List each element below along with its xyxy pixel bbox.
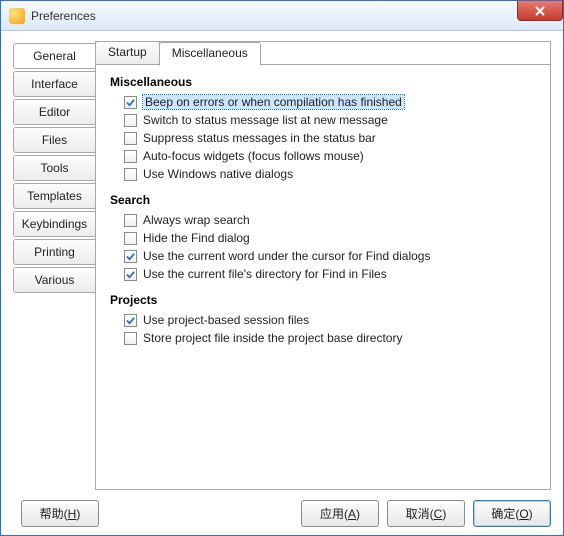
sidebar-item-tools[interactable]: Tools bbox=[13, 155, 95, 181]
checkbox[interactable] bbox=[124, 150, 137, 163]
section-title-misc: Miscellaneous bbox=[110, 75, 536, 89]
checkbox[interactable] bbox=[124, 232, 137, 245]
sidebar: GeneralInterfaceEditorFilesToolsTemplate… bbox=[13, 43, 95, 490]
apply-button[interactable]: 应用(A) bbox=[301, 500, 379, 527]
close-button[interactable] bbox=[517, 1, 563, 21]
checkbox[interactable] bbox=[124, 314, 137, 327]
checkbox-row[interactable]: Use project-based session files bbox=[110, 311, 536, 329]
checkbox-label: Use project-based session files bbox=[143, 313, 309, 327]
button-bar: 帮助(H) 应用(A) 取消(C) 确定(O) bbox=[13, 490, 551, 527]
sidebar-item-various[interactable]: Various bbox=[13, 267, 95, 293]
checkbox-label: Hide the Find dialog bbox=[143, 231, 250, 245]
checkbox-row[interactable]: Suppress status messages in the status b… bbox=[110, 129, 536, 147]
checkbox-row[interactable]: Switch to status message list at new mes… bbox=[110, 111, 536, 129]
checkbox-label: Suppress status messages in the status b… bbox=[143, 131, 376, 145]
checkbox[interactable] bbox=[124, 268, 137, 281]
sidebar-item-editor[interactable]: Editor bbox=[13, 99, 95, 125]
checkbox-label: Switch to status message list at new mes… bbox=[143, 113, 388, 127]
main-area: GeneralInterfaceEditorFilesToolsTemplate… bbox=[13, 41, 551, 490]
section-title-search: Search bbox=[110, 193, 536, 207]
checkbox[interactable] bbox=[124, 214, 137, 227]
sidebar-item-interface[interactable]: Interface bbox=[13, 71, 95, 97]
cancel-button[interactable]: 取消(C) bbox=[387, 500, 465, 527]
sidebar-item-general[interactable]: General bbox=[13, 43, 95, 69]
sidebar-item-printing[interactable]: Printing bbox=[13, 239, 95, 265]
close-icon bbox=[535, 6, 545, 16]
section-title-projects: Projects bbox=[110, 293, 536, 307]
checkbox[interactable] bbox=[124, 332, 137, 345]
checkbox-row[interactable]: Store project file inside the project ba… bbox=[110, 329, 536, 347]
ok-button[interactable]: 确定(O) bbox=[473, 500, 551, 527]
dialog-body: GeneralInterfaceEditorFilesToolsTemplate… bbox=[1, 31, 563, 535]
checkbox[interactable] bbox=[124, 250, 137, 263]
checkbox-label: Auto-focus widgets (focus follows mouse) bbox=[143, 149, 364, 163]
window-title: Preferences bbox=[31, 9, 96, 23]
tab-miscellaneous[interactable]: Miscellaneous bbox=[159, 42, 261, 66]
checkbox-row[interactable]: Beep on errors or when compilation has f… bbox=[110, 93, 536, 111]
preferences-window: Preferences GeneralInterfaceEditorFilesT… bbox=[0, 0, 564, 536]
top-tabs: StartupMiscellaneous bbox=[95, 41, 550, 65]
checkbox[interactable] bbox=[124, 132, 137, 145]
sidebar-item-files[interactable]: Files bbox=[13, 127, 95, 153]
checkbox-label: Beep on errors or when compilation has f… bbox=[143, 95, 404, 109]
help-button[interactable]: 帮助(H) bbox=[21, 500, 99, 527]
tab-startup[interactable]: Startup bbox=[95, 41, 160, 65]
checkbox[interactable] bbox=[124, 168, 137, 181]
sidebar-item-templates[interactable]: Templates bbox=[13, 183, 95, 209]
checkbox-row[interactable]: Hide the Find dialog bbox=[110, 229, 536, 247]
tab-content: Miscellaneous Beep on errors or when com… bbox=[96, 64, 550, 489]
checkbox-label: Store project file inside the project ba… bbox=[143, 331, 402, 345]
titlebar[interactable]: Preferences bbox=[1, 1, 563, 31]
checkbox[interactable] bbox=[124, 96, 137, 109]
checkbox-label: Always wrap search bbox=[143, 213, 250, 227]
app-icon bbox=[9, 8, 25, 24]
checkbox-label: Use the current word under the cursor fo… bbox=[143, 249, 430, 263]
checkbox-row[interactable]: Auto-focus widgets (focus follows mouse) bbox=[110, 147, 536, 165]
checkbox-row[interactable]: Use Windows native dialogs bbox=[110, 165, 536, 183]
content-pane: StartupMiscellaneous Miscellaneous Beep … bbox=[95, 41, 551, 490]
checkbox[interactable] bbox=[124, 114, 137, 127]
checkbox-row[interactable]: Use the current file's directory for Fin… bbox=[110, 265, 536, 283]
checkbox-row[interactable]: Always wrap search bbox=[110, 211, 536, 229]
checkbox-label: Use the current file's directory for Fin… bbox=[143, 267, 387, 281]
checkbox-label: Use Windows native dialogs bbox=[143, 167, 293, 181]
checkbox-row[interactable]: Use the current word under the cursor fo… bbox=[110, 247, 536, 265]
sidebar-item-keybindings[interactable]: Keybindings bbox=[13, 211, 95, 237]
